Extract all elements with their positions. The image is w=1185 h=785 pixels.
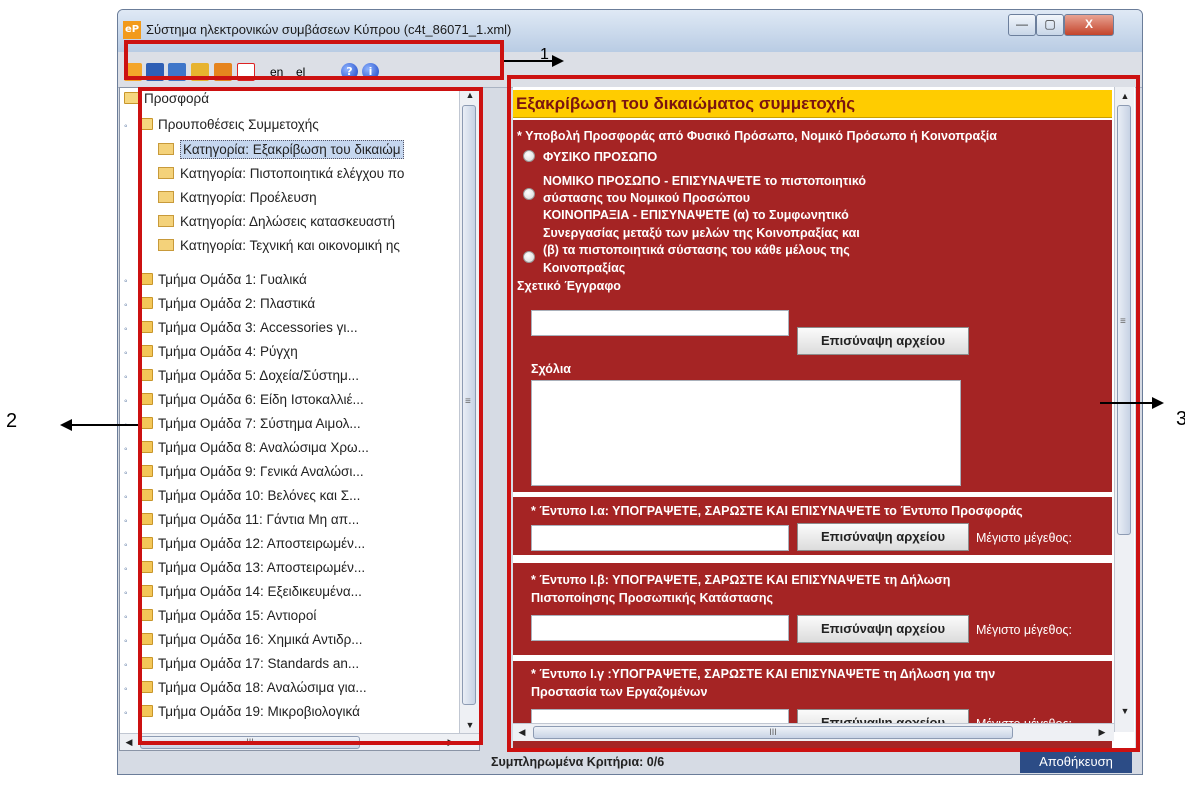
- expand-handle-icon[interactable]: ◦: [124, 516, 132, 527]
- expand-handle-icon[interactable]: ◦: [124, 612, 132, 623]
- arrow-1-head-icon: [552, 55, 564, 67]
- expand-handle-icon[interactable]: ◦: [124, 348, 132, 359]
- window-title: Σύστημα ηλεκτρονικών συμβάσεων Κύπρου (c…: [146, 22, 512, 37]
- expand-handle-icon[interactable]: ◦: [124, 324, 132, 335]
- arrow-2-head-icon: [60, 419, 72, 431]
- minimize-button[interactable]: —: [1008, 14, 1036, 36]
- arrow-3-line: [1100, 402, 1154, 404]
- expand-handle-icon[interactable]: ◦: [124, 540, 132, 551]
- expand-handle-icon[interactable]: ◦: [124, 708, 132, 719]
- expand-handle-icon[interactable]: ◦: [124, 444, 132, 455]
- expand-handle-icon[interactable]: ◦: [124, 588, 132, 599]
- filled-criteria-status: Συμπληρωμένα Κριτήρια: 0/6: [491, 755, 665, 769]
- close-button[interactable]: X: [1064, 14, 1114, 36]
- expand-handle-icon[interactable]: ◦: [124, 564, 132, 575]
- highlight-form: [507, 75, 1140, 752]
- save-button[interactable]: Αποθήκευση: [1020, 751, 1132, 773]
- expand-handle-icon[interactable]: ◦: [124, 468, 132, 479]
- annotation-label-1: 1: [540, 46, 549, 63]
- expand-handle-icon[interactable]: ◦: [124, 660, 132, 671]
- expand-handle-icon[interactable]: ◦: [124, 276, 132, 287]
- app-logo-icon: eP: [123, 21, 141, 39]
- expand-handle-icon[interactable]: ◦: [124, 492, 132, 503]
- annotation-label-3: 3: [1176, 408, 1185, 430]
- expand-handle-icon[interactable]: ◦: [124, 396, 132, 407]
- annotation-label-2: 2: [6, 410, 18, 432]
- scroll-left-icon[interactable]: ◀: [120, 735, 138, 750]
- arrow-2-line: [72, 424, 138, 426]
- folder-icon: [124, 92, 139, 104]
- expand-handle-icon[interactable]: ◦: [124, 300, 132, 311]
- highlight-toolbar: [124, 40, 504, 80]
- arrow-3-head-icon: [1152, 397, 1164, 409]
- highlight-tree: [138, 87, 483, 745]
- expand-handle-icon[interactable]: ◦: [124, 636, 132, 647]
- expand-handle-icon[interactable]: ◦: [124, 372, 132, 383]
- collapse-handle-icon[interactable]: ◦: [124, 121, 132, 132]
- expand-handle-icon[interactable]: ◦: [124, 684, 132, 695]
- maximize-button[interactable]: ▢: [1036, 14, 1064, 36]
